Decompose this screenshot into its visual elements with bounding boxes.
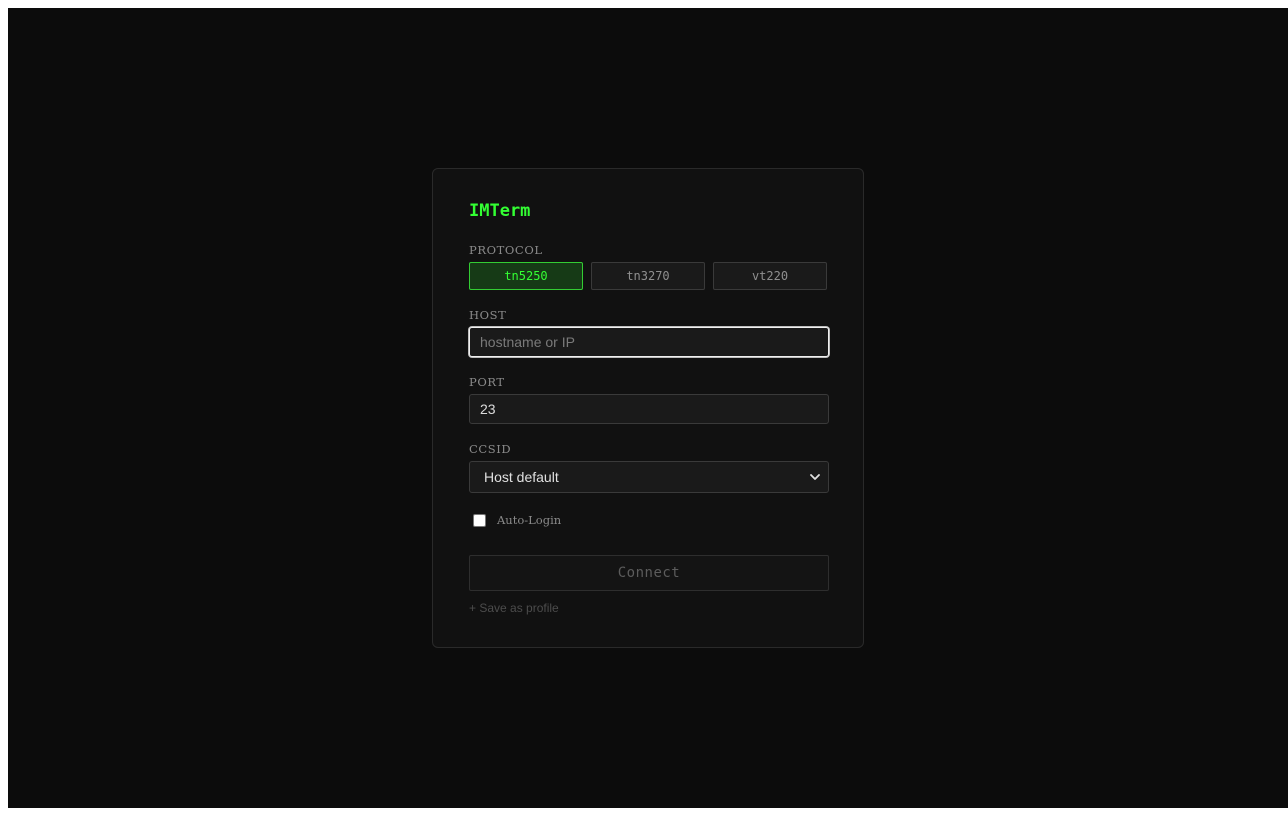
host-label: HOST (469, 308, 507, 322)
protocol-selector: tn5250 tn3270 vt220 (469, 262, 827, 290)
port-label: PORT (469, 375, 505, 389)
app-title: IMTerm (469, 201, 531, 221)
auto-login-row: Auto-Login (473, 513, 827, 527)
ccsid-label: CCSID (469, 442, 512, 456)
connection-card: IMTerm PROTOCOL tn5250 tn3270 vt220 HOST… (432, 168, 864, 648)
auto-login-checkbox[interactable] (473, 513, 486, 527)
protocol-label: PROTOCOL (469, 243, 543, 257)
auto-login-label[interactable]: Auto-Login (497, 513, 561, 527)
connect-button[interactable]: Connect (469, 555, 829, 591)
chevron-down-icon (810, 472, 820, 482)
port-input[interactable] (469, 394, 829, 424)
save-profile-link[interactable]: + Save as profile (469, 601, 559, 615)
protocol-option-tn5250[interactable]: tn5250 (469, 262, 583, 290)
host-input[interactable] (469, 327, 829, 357)
app-viewport: IMTerm PROTOCOL tn5250 tn3270 vt220 HOST… (8, 8, 1288, 808)
ccsid-selected-value: Host default (484, 469, 559, 485)
protocol-option-tn3270[interactable]: tn3270 (591, 262, 705, 290)
ccsid-select[interactable]: Host default (469, 461, 829, 493)
protocol-option-vt220[interactable]: vt220 (713, 262, 827, 290)
